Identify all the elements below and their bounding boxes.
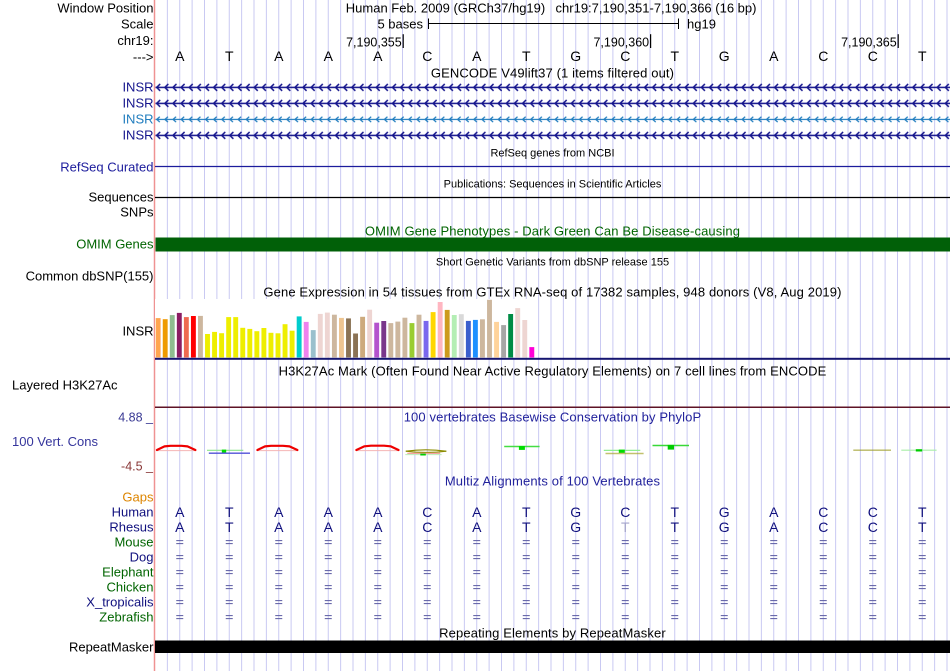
svg-text:SNPs: SNPs: [120, 204, 154, 219]
svg-text:A: A: [472, 519, 482, 535]
svg-text:A: A: [324, 519, 334, 535]
svg-text:OMIM Genes: OMIM Genes: [76, 236, 154, 251]
svg-text:C: C: [868, 48, 878, 64]
svg-text:C: C: [422, 504, 432, 520]
svg-text:Gene Expression in 54 tissues: Gene Expression in 54 tissues from GTEx …: [263, 284, 841, 299]
svg-text:C: C: [422, 519, 432, 535]
svg-text:INSR: INSR: [122, 111, 153, 126]
svg-text:hg19: hg19: [687, 16, 716, 31]
svg-text:T: T: [225, 519, 234, 535]
svg-text:chr19:7,190,351-7,190,366 (16: chr19:7,190,351-7,190,366 (16 bp): [556, 0, 757, 15]
svg-text:A: A: [373, 504, 383, 520]
svg-text:Multiz Alignments of 100 Verte: Multiz Alignments of 100 Vertebrates: [445, 473, 661, 488]
svg-text:G: G: [570, 48, 581, 64]
svg-text:A: A: [373, 48, 383, 64]
svg-text:T: T: [918, 504, 927, 520]
svg-text:RepeatMasker: RepeatMasker: [69, 639, 154, 654]
svg-text:A: A: [274, 519, 284, 535]
svg-text:G: G: [719, 48, 730, 64]
svg-text:4.88 _: 4.88 _: [118, 410, 154, 424]
svg-text:RefSeq Curated: RefSeq Curated: [60, 159, 153, 174]
svg-text:Sequences: Sequences: [88, 189, 154, 204]
svg-text:G: G: [570, 519, 581, 535]
svg-text:A: A: [324, 504, 334, 520]
svg-text:T: T: [670, 504, 679, 520]
svg-text:X_tropicalis: X_tropicalis: [86, 594, 154, 609]
svg-text:G: G: [570, 504, 581, 520]
svg-text:OMIM Gene Phenotypes - Dark Gr: OMIM Gene Phenotypes - Dark Green Can Be…: [365, 223, 740, 238]
svg-text:T: T: [670, 519, 679, 535]
svg-text:H3K27Ac Mark (Often Found Near: H3K27Ac Mark (Often Found Near Active Re…: [279, 363, 827, 378]
svg-text:C: C: [620, 48, 630, 64]
svg-text:A: A: [472, 504, 482, 520]
svg-text:INSR: INSR: [122, 95, 153, 110]
svg-text:T: T: [670, 48, 679, 64]
svg-text:G: G: [719, 504, 730, 520]
svg-text:A: A: [274, 504, 284, 520]
svg-text:5 bases: 5 bases: [377, 16, 423, 31]
svg-text:C: C: [818, 504, 828, 520]
svg-text:Dog: Dog: [130, 549, 154, 564]
svg-text:A: A: [769, 48, 779, 64]
svg-text:RefSeq genes from NCBI: RefSeq genes from NCBI: [490, 147, 614, 159]
svg-text:Scale: Scale: [121, 16, 154, 31]
svg-text:A: A: [324, 48, 334, 64]
svg-text:Human: Human: [112, 504, 154, 519]
svg-text:T: T: [522, 504, 531, 520]
svg-text:100 Vert. Cons: 100 Vert. Cons: [12, 434, 98, 449]
svg-text:A: A: [175, 519, 185, 535]
svg-text:GENCODE V49lift37 (1 items fil: GENCODE V49lift37 (1 items filtered out): [431, 65, 674, 80]
svg-text:Common dbSNP(155): Common dbSNP(155): [26, 268, 154, 283]
svg-text:100 vertebrates Basewise Conse: 100 vertebrates Basewise Conservation by…: [404, 409, 702, 424]
svg-text:INSR: INSR: [122, 79, 153, 94]
svg-text:Gaps: Gaps: [122, 489, 154, 504]
svg-text:C: C: [868, 504, 878, 520]
svg-text:C: C: [818, 519, 828, 535]
svg-text:chr19:: chr19:: [117, 33, 153, 48]
svg-text:Short Genetic Variants from db: Short Genetic Variants from dbSNP releas…: [436, 256, 669, 268]
svg-text:A: A: [769, 504, 779, 520]
svg-text:A: A: [175, 504, 185, 520]
svg-text:-4.5 _: -4.5 _: [121, 459, 154, 473]
svg-text:Zebrafish: Zebrafish: [99, 609, 153, 624]
svg-text:A: A: [175, 48, 185, 64]
svg-text:Window Position: Window Position: [57, 0, 153, 15]
svg-text:T: T: [522, 519, 531, 535]
svg-text:A: A: [373, 519, 383, 535]
svg-text:C: C: [422, 48, 432, 64]
svg-text:T: T: [918, 48, 927, 64]
svg-text:A: A: [274, 48, 284, 64]
svg-text:G: G: [719, 519, 730, 535]
svg-text:INSR: INSR: [122, 323, 153, 338]
svg-text:C: C: [868, 519, 878, 535]
svg-text:Mouse: Mouse: [114, 534, 153, 549]
svg-text:T: T: [225, 48, 234, 64]
svg-text:Publications: Sequences in Sci: Publications: Sequences in Scientific Ar…: [444, 178, 662, 190]
svg-text:A: A: [769, 519, 779, 535]
svg-text:Chicken: Chicken: [107, 579, 154, 594]
svg-text:C: C: [818, 48, 828, 64]
svg-text:Elephant: Elephant: [102, 564, 154, 579]
svg-text:C: C: [620, 504, 630, 520]
svg-text:INSR: INSR: [122, 127, 153, 142]
svg-text:T: T: [225, 504, 234, 520]
svg-text:Human Feb. 2009 (GRCh37/hg19): Human Feb. 2009 (GRCh37/hg19): [346, 0, 545, 15]
svg-text:--->: --->: [133, 49, 154, 64]
svg-text:Rhesus: Rhesus: [109, 519, 154, 534]
svg-text:T: T: [918, 519, 927, 535]
svg-text:Layered H3K27Ac: Layered H3K27Ac: [12, 377, 118, 392]
svg-text:T: T: [621, 519, 630, 535]
svg-text:A: A: [472, 48, 482, 64]
svg-text:T: T: [522, 48, 531, 64]
svg-text:Repeating Elements by RepeatMa: Repeating Elements by RepeatMasker: [439, 625, 666, 640]
